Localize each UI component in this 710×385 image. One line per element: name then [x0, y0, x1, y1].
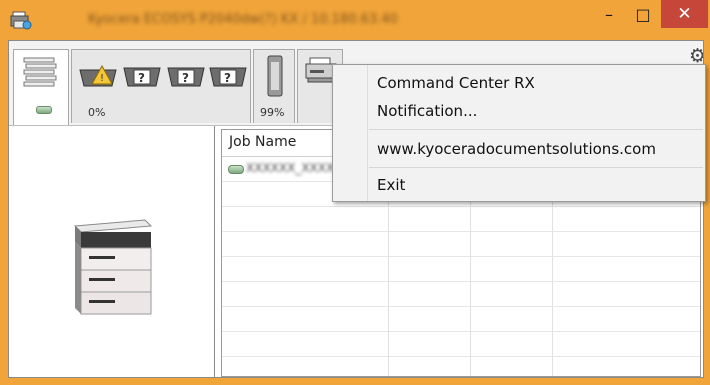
svg-text:!: ! [100, 73, 104, 84]
table-row [222, 257, 700, 282]
ready-indicator [36, 106, 52, 114]
table-row [222, 332, 700, 357]
toner-unknown-icon-2: ? [167, 67, 205, 87]
menu-item-notification[interactable]: Notification... [369, 99, 703, 123]
svg-text:?: ? [182, 71, 189, 85]
status-monitor-window: Kyocera ECOSYS P2040dw(?) KX / 10.180.63… [0, 0, 710, 385]
menu-item-command-center[interactable]: Command Center RX [369, 71, 703, 95]
tab-paper[interactable]: 99% [253, 49, 295, 123]
menu-separator [369, 129, 703, 130]
table-row [222, 232, 700, 257]
toner-unknown-icon: ? [123, 67, 161, 87]
job-name: XXXXXX_XXXX [246, 161, 335, 175]
context-menu: Command Center RX Notification... www.ky… [332, 64, 706, 202]
tab-printer-status[interactable] [13, 49, 69, 125]
job-status-icon [228, 165, 244, 174]
toner-warning-icon: ! [79, 64, 117, 87]
printer-image [73, 219, 153, 315]
paper-level: 99% [260, 106, 285, 119]
menu-gutter [367, 65, 368, 201]
svg-text:?: ? [224, 71, 231, 85]
close-button[interactable]: ✕ [661, 0, 708, 28]
svg-text:?: ? [138, 71, 145, 85]
tab-toner[interactable]: ! ? ? ? 0% [71, 49, 251, 123]
toner-unknown-icon-3: ? [209, 67, 247, 87]
toner-level: 0% [88, 106, 106, 119]
menu-separator [369, 167, 703, 168]
minimize-button[interactable]: – [587, 0, 631, 28]
menu-item-exit[interactable]: Exit [369, 173, 703, 197]
printer-status-icon [23, 57, 57, 87]
table-row [222, 357, 700, 376]
maximize-button[interactable]: □ [628, 0, 658, 28]
column-header-job-name[interactable]: Job Name [229, 134, 296, 150]
table-row [222, 207, 700, 232]
printer-image-pane [9, 126, 215, 377]
window-title: Kyocera ECOSYS P2040dw(?) KX / 10.180.63… [88, 12, 398, 27]
paper-tray-icon [267, 55, 283, 97]
title-bar[interactable]: Kyocera ECOSYS P2040dw(?) KX / 10.180.63… [0, 0, 710, 40]
menu-item-website[interactable]: www.kyoceradocumentsolutions.com [369, 137, 703, 161]
app-printer-icon [10, 11, 32, 30]
table-row [222, 282, 700, 307]
table-row [222, 307, 700, 332]
